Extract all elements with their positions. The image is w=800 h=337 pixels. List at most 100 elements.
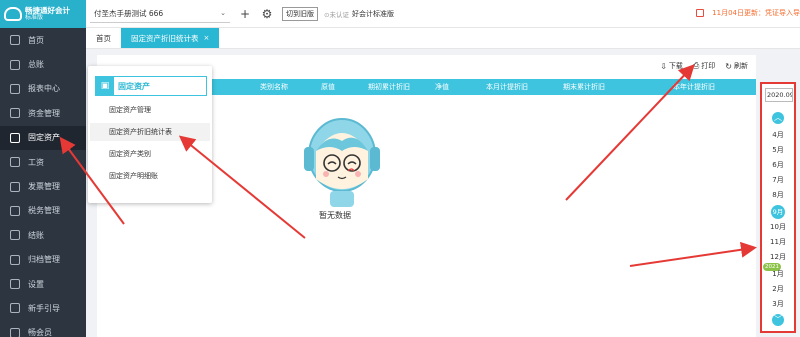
print-button[interactable]: ⎙ 打印 [693,61,715,71]
sidebar-item-archive[interactable]: 归档管理 [0,248,86,272]
sidebar-item-label: 税务管理 [28,206,60,216]
tab-depreciation-report[interactable]: 固定资产折旧统计表 × [121,28,220,48]
sidebar-item-reports[interactable]: 报表中心 [0,77,86,101]
fixed-asset-submenu: ▣ 固定资产 固定资产管理 固定资产折旧统计表 固定资产类别 固定资产明细账 [88,66,212,203]
salary-icon [10,157,20,168]
fund-icon [10,108,20,119]
company-name: 付圣杰手册测试 666 [94,8,164,18]
sidebar-item-member[interactable]: 畅会员 [0,321,86,337]
sidebar: 畅捷通好会计 标准版 首页 总账 报表中心 资金管理 固定资产 工资 发票管理 … [0,0,86,337]
tab-bar: 首页 固定资产折旧统计表 × [86,28,800,49]
month-item[interactable]: 8月 [762,190,794,200]
archive-icon [10,254,20,265]
sidebar-item-label: 总账 [28,60,44,70]
sidebar-item-label: 归档管理 [28,255,60,265]
sidebar-item-label: 结账 [28,230,44,240]
invoice-icon [10,181,20,192]
download-label: 下载 [668,62,683,70]
month-item[interactable]: 4月 [762,130,794,140]
sidebar-item-label: 固定资产 [28,133,60,143]
menu-item-depreciation-report[interactable]: 固定资产折旧统计表 [90,123,210,141]
cloud-logo-icon [4,7,22,21]
update-notice[interactable]: 11月04日更新：凭证导入导 [696,8,800,18]
app-logo[interactable]: 畅捷通好会计 标准版 [0,0,86,28]
verify-status[interactable]: ⊙未认证 [324,9,349,19]
top-bar: 付圣杰手册测试 666 ⌄ + ⚙ 切到旧版 ⊙未认证 好会计标准版 11月04… [86,0,800,28]
refresh-label: 刷新 [734,62,748,70]
column-header: 期初累计折旧 [368,83,410,91]
chevron-down-icon: ⌄ [220,9,226,17]
chevron-up-icon[interactable]: ︿ [772,112,784,124]
sidebar-item-label: 新手引导 [28,303,60,313]
selected-month-label: 9月 [771,205,785,219]
empty-mascot-illustration [304,118,380,207]
update-notice-text: 11月04日更新：凭证导入导 [712,9,800,17]
close-icon[interactable]: × [204,34,210,42]
speaker-icon [696,9,705,17]
month-item[interactable]: 11月 [762,237,794,247]
submenu-header: ▣ 固定资产 [95,76,207,96]
gear-icon[interactable]: ⚙ [260,7,274,21]
report-icon [10,83,20,94]
fixed-asset-icon [10,132,20,143]
download-button[interactable]: ⇩ 下载 [660,61,683,71]
menu-item-asset-detail-ledger[interactable]: 固定资产明细账 [90,167,210,185]
add-icon[interactable]: + [238,7,252,21]
settings-icon [10,279,20,290]
month-item[interactable]: 12月 [762,252,794,262]
tax-icon [10,205,20,216]
company-select[interactable]: 付圣杰手册测试 666 ⌄ [90,5,230,23]
download-icon: ⇩ [660,61,667,71]
sidebar-item-salary[interactable]: 工资 [0,150,86,174]
ledger-icon [10,59,20,70]
month-item-selected[interactable]: 9月 [762,205,794,219]
sidebar-item-home[interactable]: 首页 [0,28,86,52]
sidebar-item-ledger[interactable]: 总账 [0,52,86,76]
month-item[interactable]: 1月 [762,269,794,279]
print-label: 打印 [701,62,716,70]
verify-status-label: 未认证 [329,10,349,19]
close-books-icon [10,230,20,241]
switch-old-version-button[interactable]: 切到旧版 [282,6,318,21]
period-input[interactable]: 2020.09 [765,88,793,102]
column-header: 原值 [321,83,335,91]
member-icon [10,327,20,337]
sidebar-item-invoices[interactable]: 发票管理 [0,174,86,198]
month-item[interactable]: 7月 [762,175,794,185]
sidebar-item-label: 资金管理 [28,108,60,118]
sidebar-item-close-books[interactable]: 结账 [0,223,86,247]
sidebar-item-label: 畅会员 [28,328,52,337]
month-item[interactable]: 5月 [762,145,794,155]
printer-icon: ⎙ [692,61,700,70]
sidebar-nav: 首页 总账 报表中心 资金管理 固定资产 工资 发票管理 税务管理 结账 归档管… [0,28,86,337]
sidebar-item-label: 工资 [28,157,44,167]
menu-item-asset-categories[interactable]: 固定资产类别 [90,145,210,163]
month-item[interactable]: 6月 [762,160,794,170]
sidebar-item-tax[interactable]: 税务管理 [0,199,86,223]
tab-home[interactable]: 首页 [86,28,121,48]
month-item[interactable]: 2月 [762,284,794,294]
sidebar-item-settings[interactable]: 设置 [0,272,86,296]
menu-item-asset-management[interactable]: 固定资产管理 [90,101,210,119]
sidebar-item-label: 报表中心 [28,84,60,94]
tab-label: 首页 [96,33,111,43]
column-header: 本月计提折旧 [486,83,528,91]
sidebar-item-fixed-assets[interactable]: 固定资产 [0,125,86,150]
app-edition-tag: 标准版 [25,13,44,21]
report-toolbar: ⇩ 下载 ⎙ 打印 ↻ 刷新 [650,61,748,71]
guide-icon [10,303,20,314]
column-header: 类别名称 [260,83,288,91]
chevron-down-icon[interactable]: ﹀ [772,314,784,326]
month-item[interactable]: 3月 [762,299,794,309]
sidebar-item-guide[interactable]: 新手引导 [0,296,86,320]
empty-state-text: 暂无数据 [319,211,351,220]
fixed-asset-icon: ▣ [96,77,114,95]
month-selector: 2020.09 ︿ 4月 5月 6月 7月 8月 9月 10月 11月 12月 … [760,82,796,333]
refresh-icon: ↻ [725,61,732,71]
submenu-title: 固定资产 [118,81,150,91]
refresh-button[interactable]: ↻ 刷新 [725,61,748,71]
column-header: 净值 [435,83,449,91]
column-header: 本年计提折旧 [673,83,715,91]
month-item[interactable]: 10月 [762,222,794,232]
sidebar-item-funds[interactable]: 资金管理 [0,101,86,125]
